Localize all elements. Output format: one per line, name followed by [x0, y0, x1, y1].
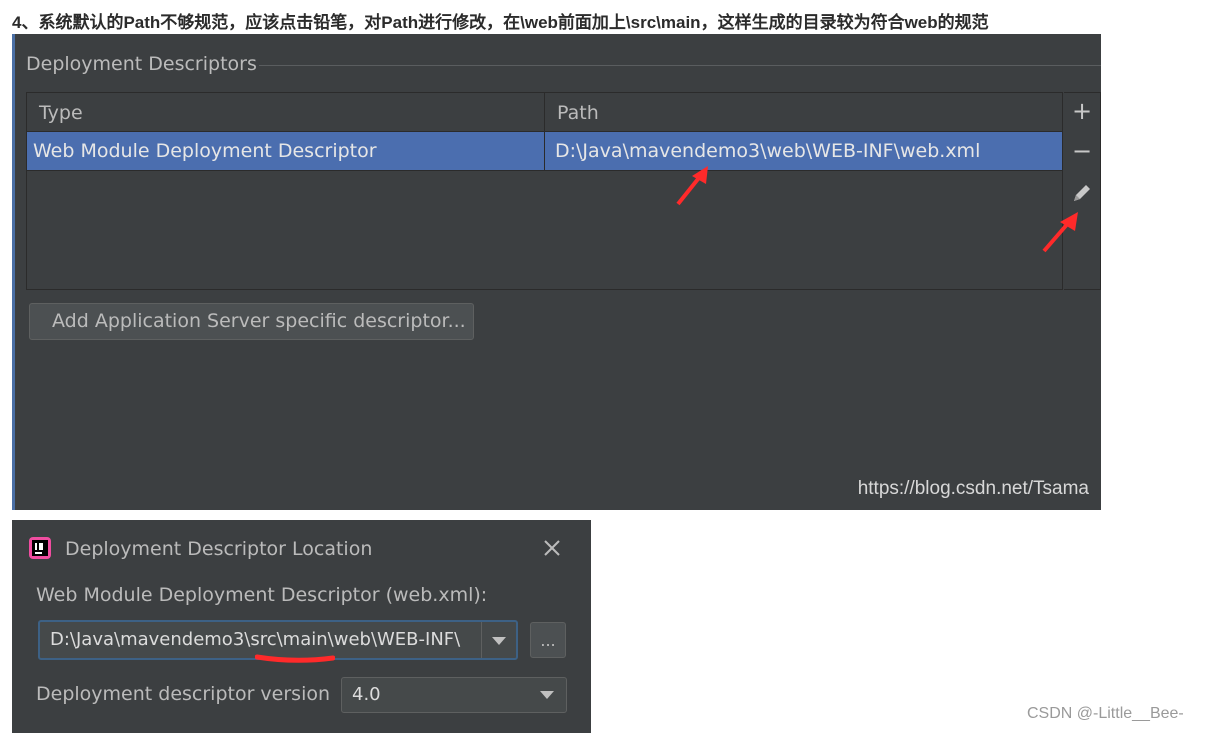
chevron-down-icon — [540, 691, 554, 699]
intellij-logo-icon — [29, 537, 51, 559]
column-header-type[interactable]: Type — [27, 93, 545, 131]
column-header-path[interactable]: Path — [545, 93, 1062, 131]
version-label: Deployment descriptor version — [36, 683, 331, 705]
watermark: https://blog.csdn.net/Tsama — [857, 478, 1089, 499]
dialog-title: Deployment Descriptor Location — [65, 538, 373, 560]
cell-type[interactable]: Web Module Deployment Descriptor — [27, 132, 545, 170]
remove-button[interactable]: − — [1064, 137, 1100, 165]
browse-button[interactable]: ... — [530, 622, 566, 658]
edit-button[interactable] — [1064, 181, 1100, 211]
table-header: Type Path — [27, 93, 1062, 132]
close-icon[interactable] — [540, 536, 564, 560]
table-row[interactable]: Web Module Deployment Descriptor D:\Java… — [27, 132, 1062, 171]
annotation-arrow-path — [676, 166, 708, 206]
annotation-arrow-pencil — [1042, 212, 1078, 253]
instruction-heading: 4、系统默认的Path不够规范，应该点击铅笔，对Path进行修改，在\web前面… — [12, 13, 989, 32]
pencil-icon — [1074, 185, 1090, 201]
descriptor-field-label: Web Module Deployment Descriptor (web.xm… — [36, 584, 488, 606]
version-value: 4.0 — [352, 684, 381, 705]
watermark-csdn: CSDN @-Little__Bee- — [1027, 705, 1184, 722]
annotation-underline — [255, 654, 335, 663]
section-divider — [259, 65, 1101, 66]
add-button[interactable]: + — [1064, 97, 1100, 125]
table-toolbar: + − — [1064, 92, 1101, 290]
version-select[interactable]: 4.0 — [341, 677, 567, 713]
cell-path[interactable]: D:\Java\mavendemo3\web\WEB-INF\web.xml — [545, 132, 1062, 170]
chevron-down-icon — [492, 637, 506, 645]
path-dropdown-button[interactable] — [481, 622, 516, 658]
add-server-descriptor-button[interactable]: Add Application Server specific descript… — [29, 303, 474, 340]
descriptors-table: Type Path Web Module Deployment Descript… — [26, 92, 1063, 290]
descriptor-location-dialog: Deployment Descriptor Location Web Modul… — [12, 520, 591, 733]
section-title: Deployment Descriptors — [26, 53, 257, 75]
deployment-descriptors-panel: Deployment Descriptors Type Path Web Mod… — [12, 34, 1101, 510]
